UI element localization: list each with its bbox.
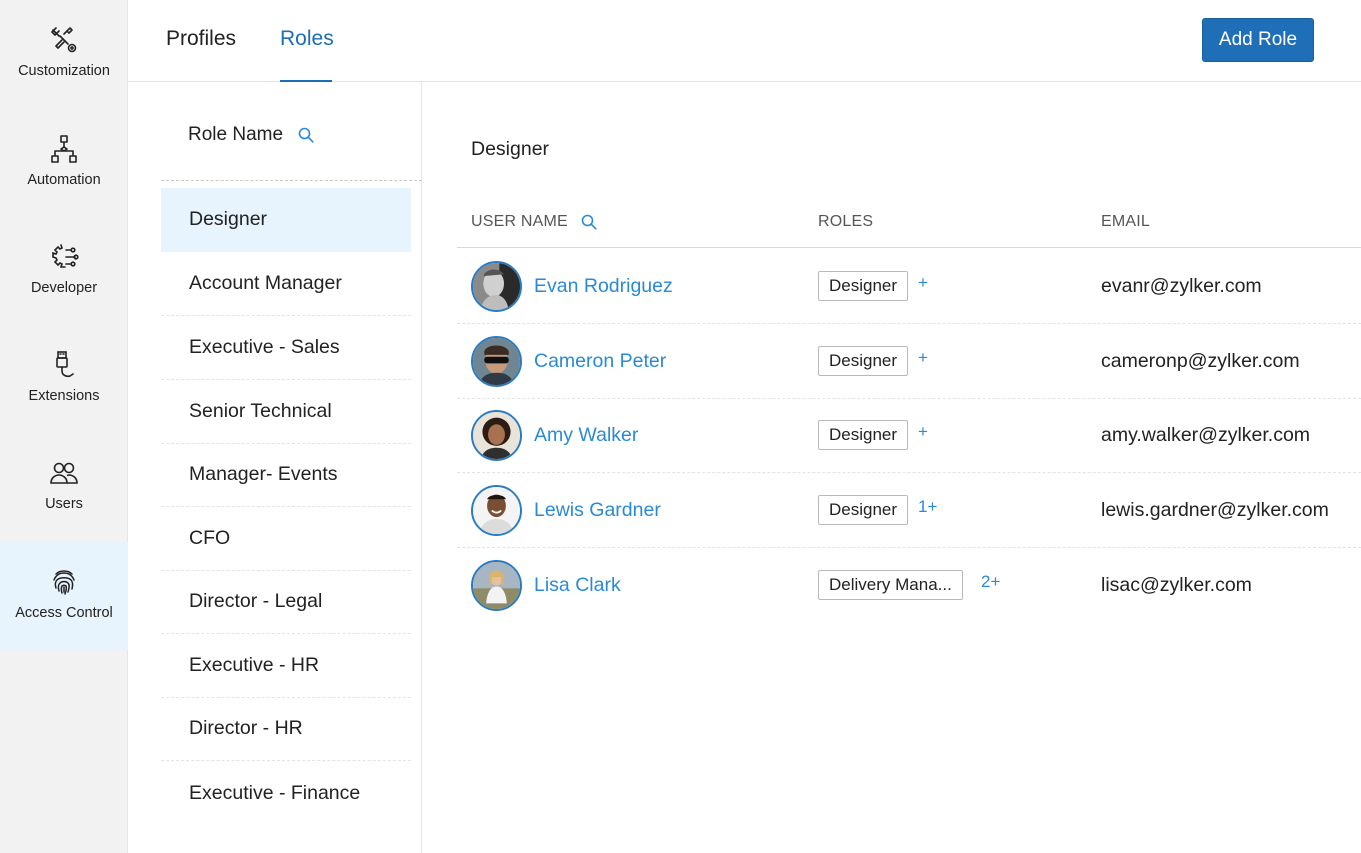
add-more-roles-link[interactable]: 1+	[918, 497, 937, 517]
nav-label: Access Control	[15, 605, 113, 621]
add-role-button[interactable]: Add Role	[1202, 18, 1314, 62]
extensions-icon	[47, 348, 81, 382]
users-icon	[47, 456, 81, 490]
divider	[457, 247, 1361, 248]
add-more-roles-link[interactable]: 2+	[981, 572, 1000, 592]
user-email: lewis.gardner@zylker.com	[1101, 499, 1329, 521]
table-row: Lewis Gardner Designer 1+ lewis.gardner@…	[457, 473, 1361, 548]
nav-label: Users	[45, 496, 83, 512]
nav-item-users[interactable]: Users	[0, 433, 128, 541]
role-list-header: Role Name	[188, 124, 315, 146]
user-name-link[interactable]: Evan Rodriguez	[534, 275, 673, 298]
user-name-link[interactable]: Cameron Peter	[534, 350, 666, 373]
column-header-email: EMAIL	[1101, 213, 1151, 230]
selected-role-title: Designer	[471, 138, 550, 160]
customization-icon	[47, 23, 81, 57]
user-name-heading: USER NAME	[471, 213, 568, 230]
avatar[interactable]	[471, 261, 522, 312]
nav-label: Extensions	[28, 388, 100, 404]
role-chip[interactable]: Designer	[818, 420, 909, 450]
nav-item-access-control[interactable]: Access Control	[0, 542, 128, 650]
top-tab-bar: Profiles Roles Add Role	[128, 0, 1361, 82]
user-email: amy.walker@zylker.com	[1101, 424, 1311, 446]
tab-profiles[interactable]: Profiles	[166, 27, 236, 51]
role-chip[interactable]: Designer	[818, 495, 909, 525]
role-item[interactable]: Executive - HR	[161, 634, 411, 698]
nav-item-customization[interactable]: Customization	[0, 0, 128, 108]
role-item[interactable]: Executive - Finance	[161, 761, 411, 825]
column-header-user-name: USER NAME	[471, 213, 598, 231]
user-name-link[interactable]: Amy Walker	[534, 424, 638, 447]
tab-roles[interactable]: Roles	[280, 27, 334, 51]
role-item[interactable]: Executive - Sales	[161, 316, 411, 380]
add-more-roles-link[interactable]: +	[918, 348, 928, 368]
fingerprint-icon	[47, 565, 81, 599]
role-item[interactable]: Director - Legal	[161, 570, 411, 634]
nav-label: Automation	[27, 172, 101, 188]
role-item[interactable]: Director - HR	[161, 697, 411, 761]
search-icon[interactable]	[297, 126, 315, 144]
role-item[interactable]: CFO	[161, 507, 411, 571]
table-row: Lisa Clark Delivery Mana... 2+ lisac@zyl…	[457, 548, 1361, 623]
developer-icon	[47, 240, 81, 274]
avatar[interactable]	[471, 336, 522, 387]
add-more-roles-link[interactable]: +	[918, 273, 928, 293]
avatar[interactable]	[471, 560, 522, 611]
nav-item-extensions[interactable]: Extensions	[0, 325, 128, 433]
search-icon[interactable]	[580, 213, 598, 231]
nav-label: Developer	[30, 280, 98, 296]
side-navigation: Customization Automation Developer Exten…	[0, 0, 128, 853]
user-email: cameronp@zylker.com	[1101, 350, 1300, 372]
role-chip[interactable]: Designer	[818, 271, 909, 301]
user-email: evanr@zylker.com	[1101, 275, 1262, 297]
role-item[interactable]: Account Manager	[161, 252, 411, 316]
user-name-link[interactable]: Lisa Clark	[534, 574, 621, 597]
role-chip[interactable]: Delivery Mana...	[818, 570, 963, 600]
nav-label: Customization	[18, 63, 110, 79]
divider	[161, 180, 422, 181]
nav-item-developer[interactable]: Developer	[0, 217, 128, 325]
table-row: Evan Rodriguez Designer + evanr@zylker.c…	[457, 249, 1361, 324]
role-list-pane: Role Name Designer Account Manager Execu…	[128, 82, 422, 853]
avatar[interactable]	[471, 410, 522, 461]
role-item[interactable]: Designer	[161, 188, 411, 252]
automation-icon	[47, 132, 81, 166]
role-item[interactable]: Manager- Events	[161, 443, 411, 507]
nav-item-automation[interactable]: Automation	[0, 109, 128, 217]
user-email: lisac@zylker.com	[1101, 574, 1252, 596]
role-chip[interactable]: Designer	[818, 346, 909, 376]
role-item[interactable]: Senior Technical	[161, 380, 411, 444]
add-more-roles-link[interactable]: +	[918, 422, 928, 442]
column-header-roles: ROLES	[818, 213, 874, 230]
role-name-heading: Role Name	[188, 124, 284, 145]
user-name-link[interactable]: Lewis Gardner	[534, 499, 661, 522]
avatar[interactable]	[471, 485, 522, 536]
table-row: Amy Walker Designer + amy.walker@zylker.…	[457, 398, 1361, 473]
table-row: Cameron Peter Designer + cameronp@zylker…	[457, 324, 1361, 399]
